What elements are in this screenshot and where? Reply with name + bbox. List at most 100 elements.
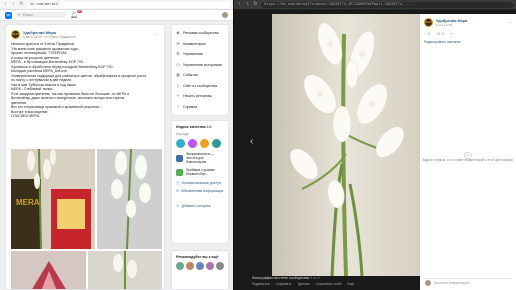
photo-action-link[interactable]: Поделиться: [252, 282, 270, 286]
recommend-title: Рекомендуйте вы к ещё: [176, 255, 219, 259]
plus-icon: ＋: [176, 204, 180, 208]
add-story-link[interactable]: ＋ Добавить историю: [176, 203, 224, 209]
recommend-avatar[interactable]: [206, 262, 214, 270]
menu-item[interactable]: ◉ Реклама сообщества: [172, 28, 228, 39]
menu-item[interactable]: ▦ События: [172, 70, 228, 81]
viewer-photo[interactable]: [272, 14, 420, 276]
forward-icon[interactable]: ›: [11, 2, 16, 7]
photo-3-illustration: [11, 251, 86, 289]
address-bar-right: ‹ › ↻ https://vk.com/mera12?z=photo-1953…: [234, 0, 516, 10]
award-circles: [176, 139, 224, 148]
post-photo-3[interactable]: [11, 251, 86, 289]
history-icon: ◷: [176, 61, 180, 67]
menu-item-label: Управление историями: [183, 62, 222, 67]
award-badge[interactable]: [212, 139, 221, 148]
post-meta: 5 авг в 18:50 · от Елены Прядкиной: [23, 35, 76, 39]
more-icon[interactable]: ···: [507, 20, 512, 26]
recommend-avatar[interactable]: [196, 262, 204, 270]
back-icon[interactable]: ‹: [237, 2, 242, 7]
menu-item[interactable]: ✉ Комментарии: [172, 39, 228, 50]
ad-icon: ◉: [176, 30, 180, 36]
prev-photo-icon[interactable]: ‹: [250, 136, 253, 147]
post-author-block: Удобрения Мера 5 авг в 18:50 · от Елены …: [23, 30, 75, 39]
post-text: Немного красоты от Елены Прядкиной "На мо…: [11, 42, 159, 119]
mobile-icon: ▯: [176, 82, 180, 88]
share-icon[interactable]: ↗: [450, 32, 453, 36]
edit-description-link[interactable]: Редактировать описание: [424, 40, 512, 44]
awards-label: Награды: [176, 132, 189, 136]
menu-item[interactable]: ◷ Управление историями: [172, 60, 228, 71]
quality-title-text: Индекс качества: [176, 125, 206, 129]
no-comments: 💬︎ Будьте первым, кто оставит комментари…: [420, 152, 516, 163]
caption-text: Фотографии на стене сообщества: [252, 276, 310, 280]
menu-item-label: События: [183, 73, 198, 78]
menu-item[interactable]: ＋ Начать репортаж: [172, 91, 228, 102]
next-photo-icon[interactable]: ›: [404, 136, 407, 147]
menu-item[interactable]: ⚙ Управление: [172, 49, 228, 60]
community-menu: ◉ Реклама сообщества ✉ Комментарии ⚙ Управлен…: [171, 24, 229, 116]
vk-logo[interactable]: VK: [5, 11, 12, 19]
like-count: 6: [428, 32, 431, 36]
add-story-label: Добавить историю: [181, 203, 211, 208]
group-avatar[interactable]: MERA: [11, 30, 20, 39]
promo-icon: [176, 154, 183, 162]
menu-item-label: Комментарии: [183, 41, 206, 46]
comment-input[interactable]: Написать комментарий...: [424, 278, 512, 286]
post-photo-2[interactable]: [97, 149, 162, 249]
quality-score[interactable]: 3.0: [206, 125, 211, 129]
photo-action-link[interactable]: Сохранить: [276, 282, 292, 286]
refresh-icon: ↻: [176, 189, 179, 193]
search-input[interactable]: ⌕ Поиск: [16, 12, 66, 18]
photo-counter: 5 из 5: [310, 276, 320, 280]
gear-icon: ⚙: [176, 51, 180, 57]
post-photo-1[interactable]: MERA: [11, 149, 95, 249]
no-comments-text: Будьте первым, кто оставит комментарий к…: [422, 158, 514, 162]
photo-action-link[interactable]: Удалить: [297, 282, 309, 286]
post-photo-4[interactable]: [88, 251, 162, 289]
promo-block[interactable]: Функционалисть — частота для благополучи…: [176, 152, 224, 164]
award-badge[interactable]: [188, 139, 197, 148]
search-icon: ⌕: [18, 12, 21, 17]
menu-item[interactable]: ? Справка: [172, 102, 228, 113]
promo-item-1[interactable]: Прибавка к урожаю Первый сбор...: [176, 168, 224, 176]
photo-sidebar: MERA Удобрения Мера 5 авг в 6:38 ··· ♡ 6…: [420, 14, 516, 290]
menu-item-label: Справка: [183, 104, 198, 109]
photo-tag: MERA: [16, 198, 40, 207]
promo-item-3[interactable]: ↻ Обновлённая информация: [176, 189, 224, 193]
menu-item-label: Сайт из сообщества: [183, 83, 218, 88]
sidebar-date: 5 авг в 6:38: [436, 22, 452, 27]
menu-item-label: Реклама сообщества: [183, 31, 219, 36]
like-button[interactable]: ♡ 6: [424, 32, 430, 36]
back-icon[interactable]: ‹: [3, 2, 8, 7]
sidebar-actions: ♡ 6 💬︎ 0 ↗: [424, 32, 512, 36]
wall-post: MERA Удобрения Мера 5 авг в 18:50 · от Е…: [5, 24, 165, 290]
photo-action-link[interactable]: Ещё: [348, 282, 355, 286]
forward-icon[interactable]: ›: [245, 2, 250, 7]
group-avatar-side[interactable]: MERA: [424, 18, 433, 27]
award-badge[interactable]: [176, 139, 185, 148]
avatar[interactable]: [222, 12, 228, 18]
menu-item[interactable]: ▯ Сайт из сообщества: [172, 81, 228, 92]
post-header: MERA Удобрения Мера 5 авг в 18:50 · от Е…: [11, 30, 159, 39]
promo-item-2[interactable]: ⓘ Условия анализа, доступ: [176, 180, 224, 186]
left-browser-window: ‹ › ↻ vk.com/mera12 VK ⌕ Поиск 🔔︎ 12 MERA …: [0, 0, 233, 290]
sidebar-header: MERA Удобрения Мера 5 авг в 6:38 ···: [424, 18, 512, 27]
recommend-avatar[interactable]: [216, 262, 224, 270]
reload-icon[interactable]: ↻: [253, 2, 258, 7]
right-browser-window: ‹ › ↻ https://vk.com/mera12?z=photo-1953…: [234, 0, 516, 290]
award-badge[interactable]: [200, 139, 209, 148]
photo-action-link[interactable]: Сохранить к себе: [316, 282, 342, 286]
comment-button[interactable]: 💬︎ 0: [436, 32, 444, 36]
photo-1-illustration: MERA: [11, 149, 95, 249]
sidebar-group-name[interactable]: Удобрения Мера: [436, 19, 467, 23]
recommend-avatar[interactable]: [186, 262, 194, 270]
bell-icon[interactable]: 🔔︎ 12: [70, 9, 82, 19]
reload-icon[interactable]: ↻: [19, 2, 24, 7]
promo-item-3-label: Обновлённая информация: [180, 189, 224, 193]
promo-title: Функционалисть — частота для благополучи…: [186, 152, 215, 164]
url-field[interactable]: vk.com/mera12: [27, 1, 230, 8]
recommend-avatar[interactable]: [176, 262, 184, 270]
url-field-right[interactable]: https://vk.com/mera12?z=photo-19533774_4…: [261, 1, 513, 8]
post-photos[interactable]: MERA: [11, 149, 162, 289]
more-icon[interactable]: ···: [154, 32, 159, 38]
